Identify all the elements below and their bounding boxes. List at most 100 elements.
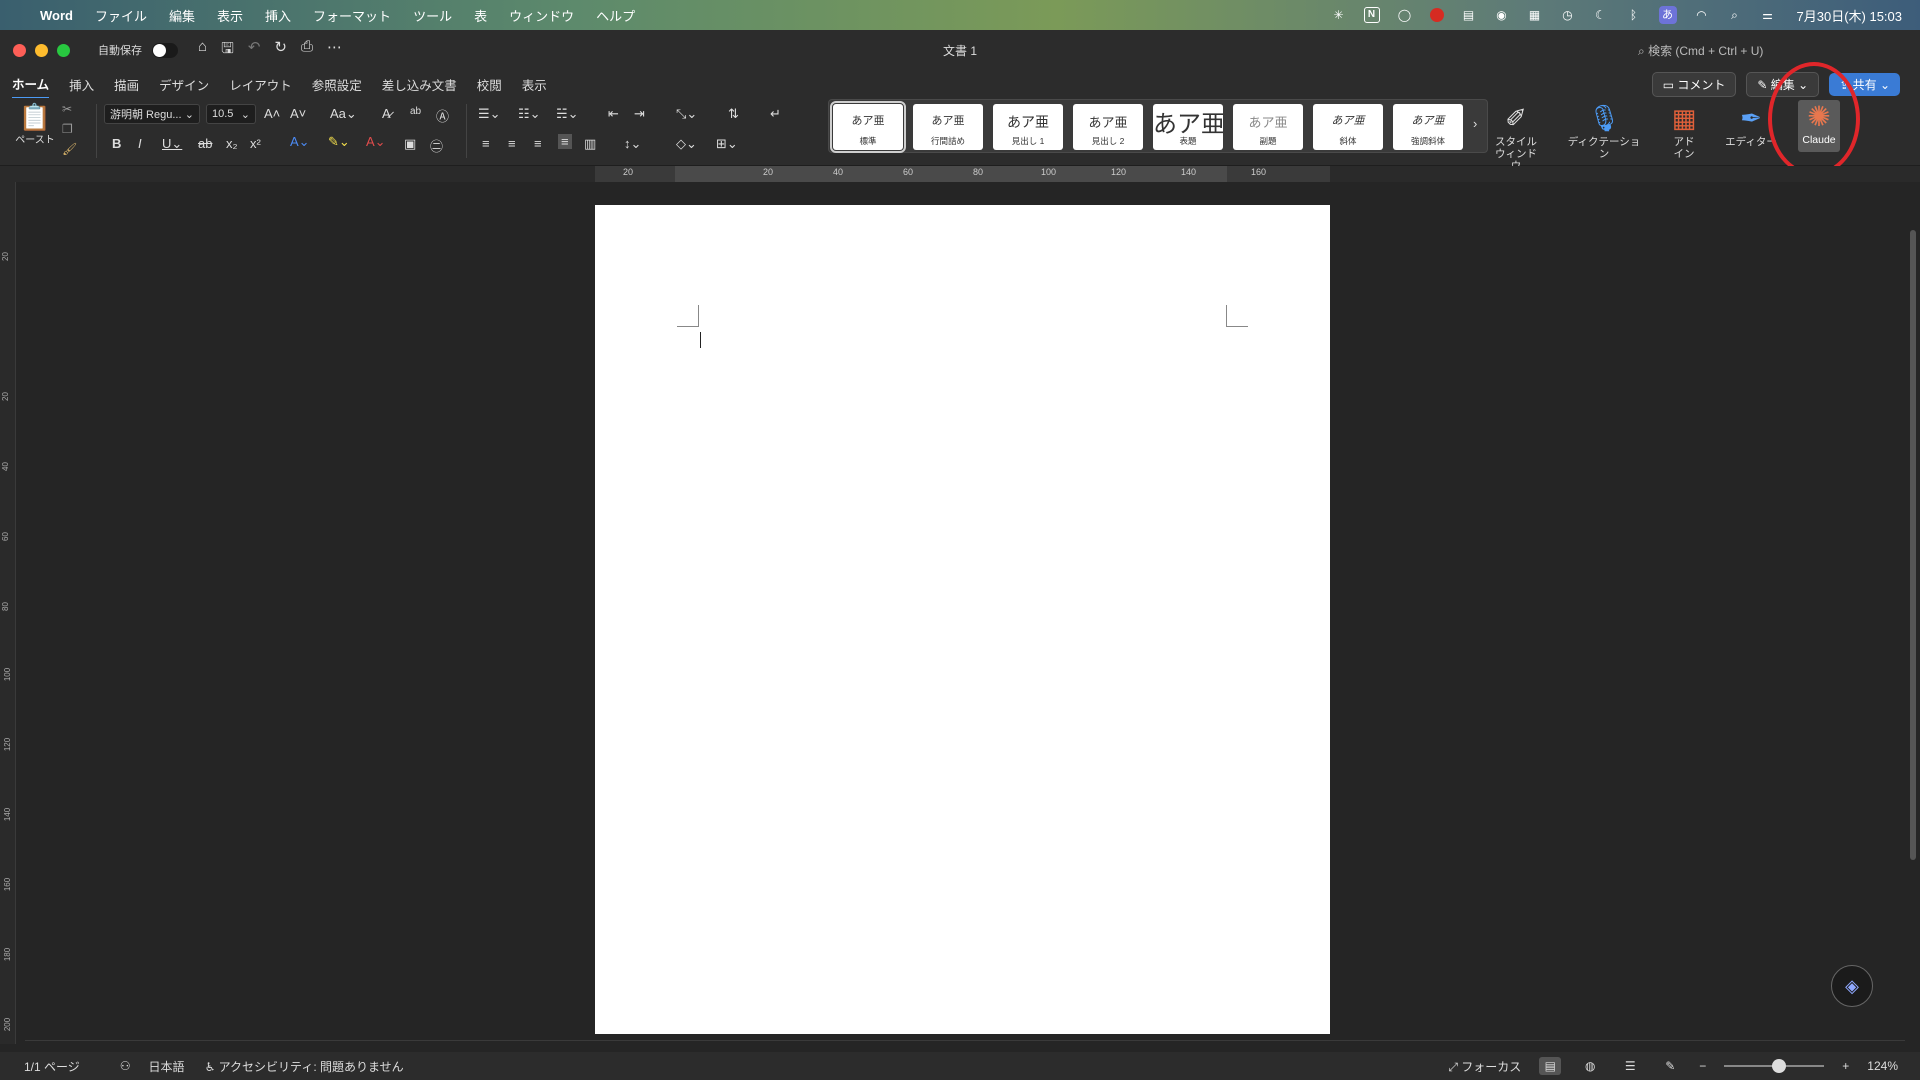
- style-no-spacing[interactable]: あア亜 行間詰め: [913, 104, 983, 150]
- language-indicator[interactable]: 日本語: [149, 1058, 185, 1075]
- format-painter-icon[interactable]: 🖌: [62, 142, 77, 156]
- word-count-icon[interactable]: ⚇: [120, 1059, 131, 1073]
- tab-design[interactable]: デザイン: [159, 71, 209, 98]
- font-name-select[interactable]: 游明朝 Regu... ⌄: [104, 104, 200, 124]
- bullets-icon[interactable]: ☰⌄: [478, 106, 501, 122]
- show-marks-icon[interactable]: ↵: [770, 106, 781, 122]
- sort-icon[interactable]: ⇅: [728, 106, 739, 122]
- claude-status-icon[interactable]: ✳: [1331, 7, 1347, 23]
- menu-view[interactable]: 表示: [217, 6, 243, 25]
- clear-formatting-icon[interactable]: A̷: [382, 106, 391, 121]
- zoom-in-button[interactable]: +: [1842, 1059, 1849, 1073]
- line-spacing-icon[interactable]: ↕⌄: [624, 136, 641, 152]
- more-icon[interactable]: ⋯: [327, 38, 342, 63]
- web-layout-icon[interactable]: ◍: [1579, 1057, 1601, 1075]
- outline-view-icon[interactable]: ☰: [1619, 1057, 1641, 1075]
- control-center-icon[interactable]: ⚌: [1760, 7, 1776, 23]
- menu-app-word[interactable]: Word: [40, 8, 73, 23]
- align-center-icon[interactable]: ≡: [508, 136, 516, 151]
- strikethrough-button[interactable]: ab: [198, 136, 212, 151]
- draft-view-icon[interactable]: ✎: [1659, 1057, 1681, 1075]
- print-icon[interactable]: ⎙: [301, 38, 313, 63]
- style-heading2[interactable]: あア亜 見出し 2: [1073, 104, 1143, 150]
- underline-button[interactable]: U⌄: [162, 136, 182, 152]
- text-direction-icon[interactable]: ⤡⌄: [676, 106, 697, 122]
- home-icon[interactable]: ⌂: [198, 38, 207, 63]
- decrease-indent-icon[interactable]: ⇤: [608, 106, 619, 122]
- clipboard-icon[interactable]: ▤: [1461, 7, 1477, 23]
- tab-layout[interactable]: レイアウト: [229, 71, 292, 98]
- style-window-button[interactable]: ✐スタイル ウィンドウ: [1490, 100, 1542, 172]
- menu-format[interactable]: フォーマット: [313, 6, 391, 25]
- addins-button[interactable]: ▦ アド イン: [1666, 100, 1702, 160]
- zoom-out-button[interactable]: −: [1699, 1059, 1706, 1073]
- multilevel-list-icon[interactable]: ☵⌄: [556, 106, 579, 122]
- character-border-icon[interactable]: Ⓐ: [436, 106, 449, 125]
- borders-icon[interactable]: ⊞⌄: [716, 136, 738, 152]
- menubar-clock[interactable]: 7月30日(木) 15:03: [1797, 6, 1903, 25]
- italic-button[interactable]: I: [138, 136, 142, 151]
- input-method-icon[interactable]: あ: [1658, 6, 1677, 24]
- style-heading1[interactable]: あア亜 見出し 1: [993, 104, 1063, 150]
- superscript-button[interactable]: x²: [250, 136, 261, 151]
- accessibility-status[interactable]: ♿ アクセシビリティ: 問題ありません: [205, 1058, 404, 1075]
- vertical-scrollbar[interactable]: [1910, 230, 1916, 860]
- undo-icon[interactable]: ↶: [248, 38, 261, 63]
- tab-view[interactable]: 表示: [522, 71, 547, 98]
- bluetooth-icon[interactable]: ᛒ: [1626, 7, 1642, 23]
- comment-button[interactable]: ▭ コメント: [1651, 71, 1737, 97]
- justify-icon[interactable]: ≡: [558, 134, 572, 149]
- shrink-font-icon[interactable]: A˅: [290, 106, 306, 121]
- menu-file[interactable]: ファイル: [95, 6, 147, 25]
- character-shading-icon[interactable]: ▣: [404, 136, 416, 152]
- focus-button[interactable]: ⤢ フォーカス: [1448, 1058, 1521, 1075]
- tab-references[interactable]: 参照設定: [312, 71, 362, 98]
- horizontal-ruler[interactable]: 20 20 40 60 80 100 120 140 160: [595, 166, 1330, 182]
- align-left-icon[interactable]: ≡: [482, 136, 490, 151]
- sync-icon[interactable]: ◯: [1397, 7, 1413, 23]
- bold-button[interactable]: B: [112, 136, 121, 151]
- page-count[interactable]: 1/1 ページ: [24, 1058, 80, 1075]
- tab-home[interactable]: ホーム: [12, 70, 50, 99]
- enclose-character-icon[interactable]: ㊁: [430, 136, 443, 155]
- redo-icon[interactable]: ↻: [274, 38, 287, 63]
- style-intense-emphasis[interactable]: あア亜 強調斜体: [1393, 104, 1463, 150]
- phonetic-guide-icon[interactable]: ab: [410, 106, 421, 117]
- distributed-icon[interactable]: ▥: [584, 136, 596, 152]
- copy-icon[interactable]: ❐: [62, 122, 77, 136]
- change-case-icon[interactable]: Aa⌄: [330, 106, 357, 122]
- menu-tools[interactable]: ツール: [413, 6, 452, 25]
- font-size-select[interactable]: 10.5 ⌄: [206, 104, 256, 124]
- vertical-ruler[interactable]: 20 20 40 60 80 100 120 140 160 180 200: [0, 182, 16, 1044]
- menu-edit[interactable]: 編集: [169, 6, 195, 25]
- text-effects-icon[interactable]: A⌄: [290, 134, 310, 150]
- menu-insert[interactable]: 挿入: [265, 6, 291, 25]
- autosave-toggle[interactable]: [152, 42, 178, 58]
- print-layout-icon[interactable]: ▤: [1539, 1057, 1562, 1075]
- grid-icon[interactable]: ▦: [1527, 7, 1543, 23]
- tab-insert[interactable]: 挿入: [69, 71, 94, 98]
- tab-draw[interactable]: 描画: [114, 71, 139, 98]
- dictation-button[interactable]: 🎙 ディクテーション: [1564, 100, 1644, 160]
- style-subtitle[interactable]: あア亜 副題: [1233, 104, 1303, 150]
- tab-review[interactable]: 校閲: [477, 71, 502, 98]
- style-emphasis[interactable]: あア亜 斜体: [1313, 104, 1383, 150]
- copilot-icon[interactable]: ◈: [1831, 965, 1873, 1007]
- zoom-button[interactable]: [57, 43, 70, 57]
- horizontal-scrollbar[interactable]: [25, 1040, 1905, 1048]
- gallery-more-icon[interactable]: ›: [1473, 116, 1477, 131]
- notion-icon[interactable]: N: [1363, 7, 1380, 23]
- menu-help[interactable]: ヘルプ: [596, 6, 635, 25]
- numbering-icon[interactable]: ☷⌄: [518, 106, 541, 122]
- document-page[interactable]: [595, 205, 1330, 1034]
- style-title[interactable]: あア亜 表題: [1153, 104, 1223, 150]
- record-icon[interactable]: [1429, 8, 1444, 22]
- minimize-button[interactable]: [35, 43, 48, 57]
- style-normal[interactable]: あア亜 標準: [830, 101, 906, 153]
- increase-indent-icon[interactable]: ⇥: [634, 106, 645, 122]
- save-icon[interactable]: 🖫: [221, 38, 234, 63]
- search-input[interactable]: ⌕ 検索 (Cmd + Ctrl + U): [1638, 42, 1763, 59]
- menu-window[interactable]: ウィンドウ: [509, 6, 574, 25]
- zoom-slider[interactable]: [1724, 1059, 1825, 1073]
- vpn-icon[interactable]: ◉: [1494, 7, 1510, 23]
